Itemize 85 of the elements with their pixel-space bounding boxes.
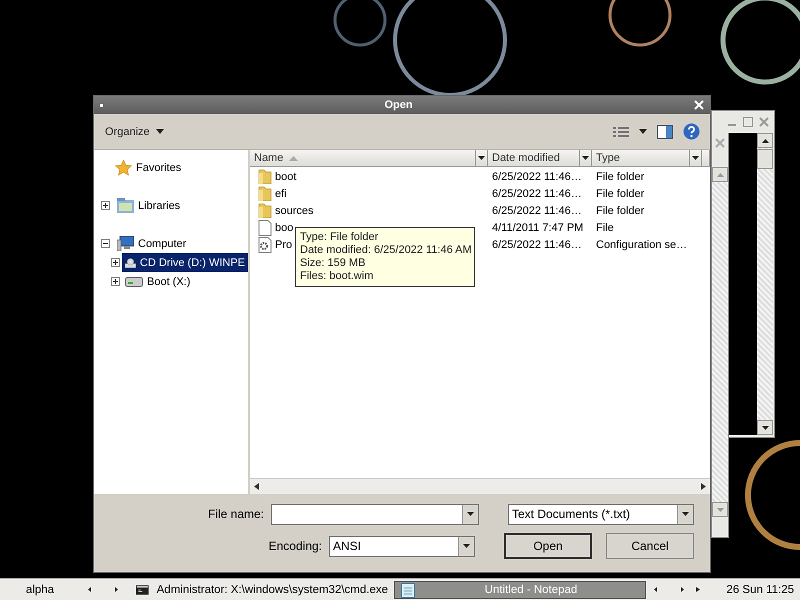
- caret-icon[interactable]: [639, 129, 647, 134]
- date-cell-text: 6/25/2022 11:46…: [491, 238, 583, 250]
- tooltip-text: Files: boot.wim: [300, 270, 374, 283]
- tooltip-text: Size: 159 MB: [300, 257, 366, 270]
- arrows-icon[interactable]: [88, 587, 118, 592]
- navigation-item[interactable]: Boot (X:): [122, 272, 248, 291]
- views-icon[interactable]: [613, 126, 629, 138]
- console-icon: [136, 584, 149, 596]
- scroll-left-icon[interactable]: [254, 483, 259, 490]
- down-arrow-icon: [762, 426, 768, 430]
- library-icon: [117, 198, 134, 213]
- caret-icon: [156, 129, 164, 134]
- tooltip-text: Type: File folder: [300, 231, 380, 244]
- horizontal-scrollbar[interactable]: [250, 478, 710, 494]
- expand-icon[interactable]: [111, 258, 120, 267]
- encoding-label: Encoding:: [268, 539, 322, 553]
- navigation-item[interactable]: Libraries: [114, 196, 248, 215]
- expand-icon[interactable]: [111, 277, 120, 286]
- arrows-icon[interactable]: [654, 587, 684, 592]
- file-name-label: File name:: [208, 507, 264, 521]
- navigation-item[interactable]: Computer: [114, 234, 248, 253]
- help-icon[interactable]: [683, 123, 700, 140]
- caret-icon: [692, 156, 699, 160]
- column-header[interactable]: Name: [250, 150, 488, 166]
- dropdown-arrow-icon: [463, 544, 470, 548]
- type-cell-text: File: [595, 222, 614, 234]
- file-name[interactable]: sources: [275, 204, 314, 216]
- file-name[interactable]: Pro: [275, 238, 292, 250]
- file-name-field[interactable]: [271, 504, 479, 524]
- folder-icon: [258, 186, 272, 201]
- caret-icon: [582, 156, 589, 160]
- type-cell-text: File folder: [595, 188, 644, 200]
- taskbar-button[interactable]: Administrator: X:\windows\system32\cmd.exe: [130, 580, 394, 598]
- file-icon: [258, 220, 272, 236]
- file-name[interactable]: boot: [275, 170, 296, 182]
- type-cell-text: File folder: [595, 170, 644, 182]
- folder-icon: [258, 203, 272, 218]
- bubble-drawing: [334, 0, 386, 46]
- caret-icon: [478, 156, 485, 160]
- scroll-down-button[interactable]: [757, 420, 773, 435]
- cancel-button[interactable]: Cancel: [606, 533, 694, 559]
- type-cell-text: Configuration se…: [595, 238, 688, 250]
- column-header[interactable]: Date modified: [488, 150, 592, 166]
- navigation-item[interactable]: CD Drive (D:) WINPE: [122, 253, 248, 272]
- date-cell-text: 6/25/2022 11:46…: [491, 188, 583, 200]
- up-arrow-icon: [716, 172, 724, 176]
- expand-icon[interactable]: [101, 201, 110, 210]
- computer-icon: [117, 236, 134, 251]
- arrow-icon[interactable]: [696, 587, 700, 592]
- date-cell-text: 4/11/2011 7:47 PM: [491, 222, 584, 234]
- collapse-icon[interactable]: [101, 239, 110, 248]
- dropdown-arrow-icon: [467, 512, 474, 516]
- notepad-icon: [401, 582, 415, 598]
- scroll-right-icon[interactable]: [701, 483, 706, 490]
- preview-pane-icon[interactable]: [657, 124, 673, 138]
- folder-icon: [258, 169, 272, 184]
- file-name[interactable]: efi: [275, 188, 287, 200]
- column-header[interactable]: Type: [592, 150, 702, 166]
- up-arrow-icon: [762, 138, 768, 142]
- settings-file-icon: [258, 236, 272, 252]
- scroll-up-button[interactable]: [757, 133, 773, 148]
- window-menu-icon[interactable]: [100, 104, 103, 106]
- dropdown-arrow-icon: [682, 512, 689, 516]
- organize-button[interactable]: Organize: [100, 122, 169, 140]
- bubble-drawing: [608, 0, 672, 46]
- date-cell-text: 6/25/2022 11:46…: [491, 170, 583, 182]
- star-icon: [115, 160, 132, 176]
- column-dropdown-button[interactable]: [475, 150, 487, 166]
- workspace-label[interactable]: alpha: [0, 584, 80, 596]
- file-name[interactable]: boo: [275, 222, 294, 234]
- open-button[interactable]: Open: [504, 533, 592, 559]
- column-dropdown-button[interactable]: [689, 150, 701, 166]
- date-cell-text: 6/25/2022 11:46…: [491, 204, 583, 216]
- type-cell-text: File folder: [595, 204, 644, 216]
- drive-icon: [125, 276, 143, 286]
- column-dropdown-button[interactable]: [579, 150, 591, 166]
- tooltip-text: Date modified: 6/25/2022 11:46 AM: [300, 244, 470, 257]
- window-title: Open: [383, 99, 414, 111]
- file-type-dropdown[interactable]: Text Documents (*.txt): [508, 504, 694, 524]
- scrollbar[interactable]: [757, 133, 773, 435]
- encoding-dropdown[interactable]: ANSI: [329, 536, 475, 556]
- scroll-thumb[interactable]: [757, 149, 773, 169]
- down-arrow-icon: [716, 508, 724, 512]
- navigation-item[interactable]: Favorites: [112, 158, 248, 177]
- clock: 26 Sun 11:25: [726, 584, 794, 596]
